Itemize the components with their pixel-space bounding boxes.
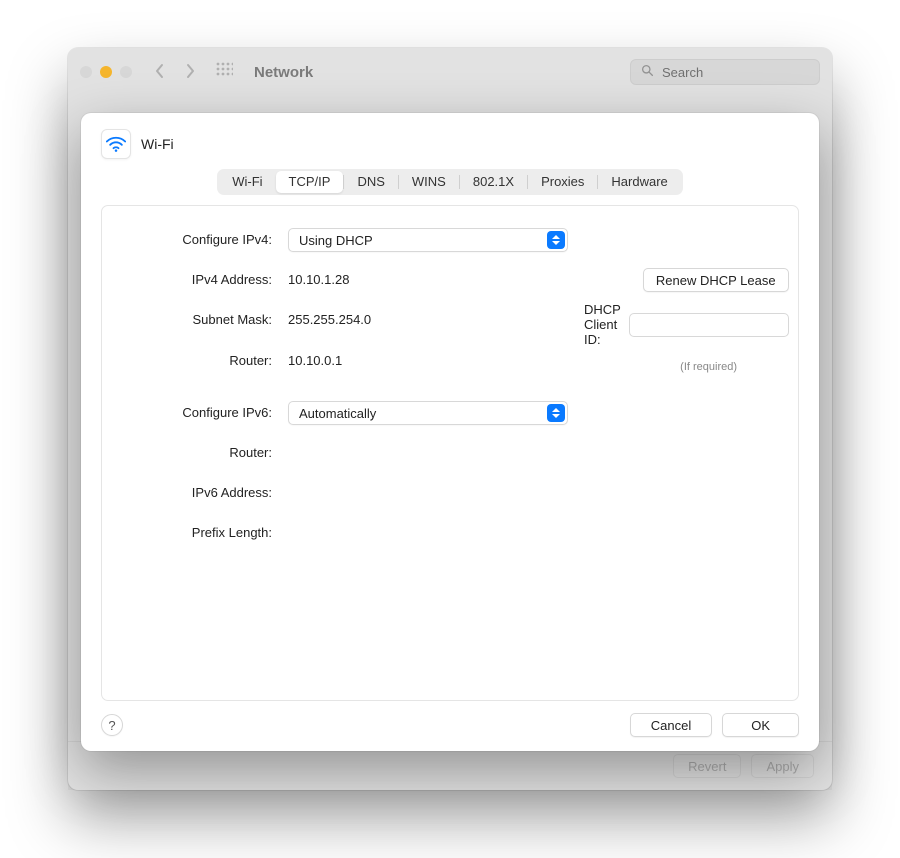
tab-bar: Wi-Fi TCP/IP DNS WINS 802.1X Proxies Har… bbox=[217, 169, 683, 195]
tab-tcpip[interactable]: TCP/IP bbox=[276, 171, 344, 193]
configure-ipv6-popup[interactable]: Automatically bbox=[288, 401, 568, 425]
cancel-button[interactable]: Cancel bbox=[630, 713, 712, 737]
value-router-ipv6 bbox=[288, 441, 568, 465]
dhcp-client-id-input[interactable] bbox=[629, 313, 789, 337]
value-subnet-mask: 255.255.254.0 bbox=[288, 308, 568, 332]
label-configure-ipv6: Configure IPv6: bbox=[122, 401, 272, 425]
label-router-ipv4: Router: bbox=[122, 349, 272, 373]
wifi-icon bbox=[101, 129, 131, 159]
renew-dhcp-lease-button[interactable]: Renew DHCP Lease bbox=[643, 268, 789, 292]
configure-ipv4-popup[interactable]: Using DHCP bbox=[288, 228, 568, 252]
help-button[interactable]: ? bbox=[101, 714, 123, 736]
popup-stepper-icon bbox=[547, 231, 565, 249]
tab-wifi[interactable]: Wi-Fi bbox=[219, 171, 275, 193]
hint-if-required: (If required) bbox=[629, 361, 789, 373]
label-router-ipv6: Router: bbox=[122, 441, 272, 465]
label-subnet-mask: Subnet Mask: bbox=[122, 308, 272, 332]
preferences-window: Network Revert Apply Wi-Fi bbox=[68, 48, 832, 790]
value-ipv4-address: 10.10.1.28 bbox=[288, 268, 568, 292]
sheet-header: Wi-Fi bbox=[101, 129, 799, 159]
label-configure-ipv4: Configure IPv4: bbox=[122, 228, 272, 252]
sheet-footer: ? Cancel OK bbox=[101, 713, 799, 737]
interface-name: Wi-Fi bbox=[141, 136, 174, 152]
advanced-settings-sheet: Wi-Fi Wi-Fi TCP/IP DNS WINS 802.1X Proxi… bbox=[81, 113, 819, 751]
popup-stepper-icon bbox=[547, 404, 565, 422]
value-ipv6-address bbox=[288, 481, 568, 505]
value-prefix-length bbox=[288, 521, 568, 545]
value-router-ipv4: 10.10.0.1 bbox=[288, 349, 568, 373]
tab-8021x[interactable]: 802.1X bbox=[460, 171, 527, 193]
tab-hardware[interactable]: Hardware bbox=[598, 171, 680, 193]
label-ipv6-address: IPv6 Address: bbox=[122, 481, 272, 505]
configure-ipv6-value: Automatically bbox=[299, 406, 376, 421]
label-dhcp-client-id: DHCP Client ID: bbox=[584, 302, 621, 347]
label-prefix-length: Prefix Length: bbox=[122, 521, 272, 545]
ok-button[interactable]: OK bbox=[722, 713, 799, 737]
tcpip-panel: Configure IPv4: Using DHCP IPv4 Address:… bbox=[101, 205, 799, 701]
tab-wins[interactable]: WINS bbox=[399, 171, 459, 193]
label-ipv4-address: IPv4 Address: bbox=[122, 268, 272, 292]
tab-dns[interactable]: DNS bbox=[344, 171, 397, 193]
configure-ipv4-value: Using DHCP bbox=[299, 233, 373, 248]
tab-proxies[interactable]: Proxies bbox=[528, 171, 597, 193]
